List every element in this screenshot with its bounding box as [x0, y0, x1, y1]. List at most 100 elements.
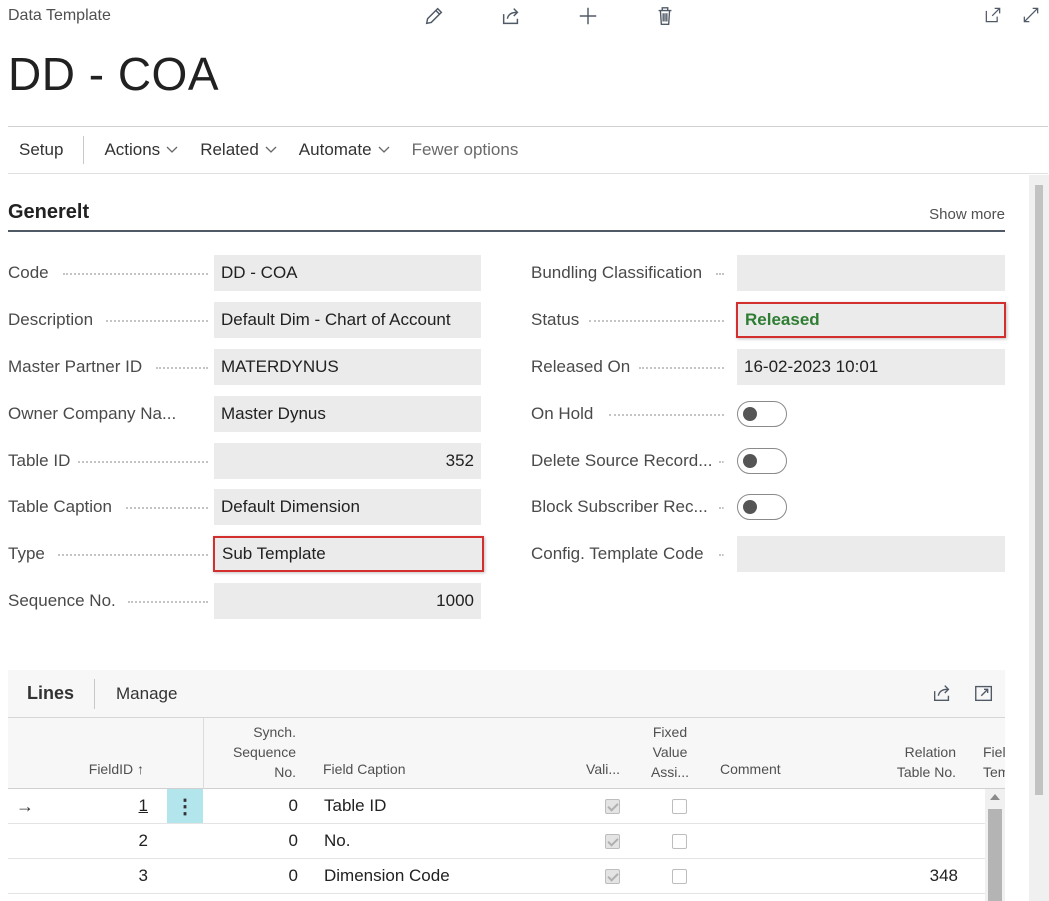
field-id-cell[interactable]: 2	[68, 824, 148, 858]
delete-icon[interactable]	[626, 3, 703, 29]
master-partner-id-value[interactable]: MATERDYNUS	[214, 349, 481, 385]
col-header-comment[interactable]: Comment	[720, 759, 781, 779]
leader-dots	[63, 273, 208, 275]
related-menu[interactable]: Related	[189, 140, 288, 160]
setup-menu[interactable]: Setup	[8, 140, 74, 160]
field-caption-cell[interactable]: Dimension Code	[324, 859, 450, 893]
table-id-value[interactable]: 352	[214, 443, 481, 479]
col-header-field-template-1[interactable]: Fiel	[983, 742, 1005, 762]
col-header-field-template-2[interactable]: Tem	[983, 762, 1005, 782]
col-header-fieldid[interactable]: FieldID ↑	[68, 759, 144, 779]
lines-title[interactable]: Lines	[8, 683, 94, 704]
share-icon[interactable]	[931, 682, 953, 709]
col-header-synch-2[interactable]: Sequence	[208, 742, 296, 762]
automate-menu[interactable]: Automate	[288, 140, 401, 160]
open-new-window-icon[interactable]	[983, 5, 1003, 30]
scroll-up-icon[interactable]	[990, 794, 1000, 800]
col-header-fixed-1[interactable]: Fixed	[638, 722, 702, 742]
leader-dots	[126, 507, 208, 509]
field-label: Status	[531, 310, 580, 329]
fixed-value-checkbox[interactable]	[672, 789, 687, 823]
bundling-classification-value[interactable]	[737, 255, 1005, 291]
col-header-fixed-3[interactable]: Assi...	[638, 762, 702, 782]
field-caption-cell[interactable]: No.	[324, 824, 350, 858]
col-header-fixed-2[interactable]: Value	[638, 742, 702, 762]
fewer-options-button[interactable]: Fewer options	[401, 140, 530, 160]
show-more-link[interactable]: Show more	[929, 206, 1005, 223]
validate-checkbox[interactable]	[605, 789, 620, 823]
field-table-id: Table ID 352	[8, 443, 481, 479]
synch-seq-cell[interactable]: 0	[208, 824, 298, 858]
expand-icon[interactable]	[973, 682, 995, 709]
field-owner-company-name: Owner Company Na... Master Dynus	[8, 396, 481, 432]
page-scrollbar-thumb[interactable]	[1035, 185, 1043, 795]
relation-table-cell[interactable]	[868, 824, 958, 858]
lines-scrollbar[interactable]	[985, 789, 1005, 901]
leader-dots	[716, 273, 724, 275]
block-subscriber-rec-toggle[interactable]	[737, 494, 787, 520]
validate-checkbox[interactable]	[605, 859, 620, 893]
table-row[interactable]: → 1 ⋮ 0 Table ID	[8, 789, 985, 824]
field-released-on: Released On 16-02-2023 10:01	[531, 349, 1005, 385]
released-on-value[interactable]: 16-02-2023 10:01	[737, 349, 1005, 385]
col-header-relation-1[interactable]: Relation	[868, 742, 956, 762]
leader-dots	[719, 507, 724, 509]
table-row[interactable]: 3 0 Dimension Code 348	[8, 859, 985, 894]
field-label: Code	[8, 263, 49, 282]
relation-table-cell[interactable]: 348	[868, 859, 958, 893]
checkbox-unchecked	[672, 868, 687, 884]
lines-icons	[931, 682, 995, 709]
lines-grid-header: FieldID ↑ Synch. Sequence No. Field Capt…	[8, 718, 1005, 789]
owner-company-name-value[interactable]: Master Dynus	[214, 396, 481, 432]
setup-label: Setup	[19, 140, 64, 159]
col-header-vali[interactable]: Vali...	[568, 759, 620, 779]
share-icon[interactable]	[472, 3, 549, 29]
action-bar: Setup Actions Related Automate Fewer opt…	[8, 126, 1048, 174]
window-controls	[983, 5, 1041, 30]
checkbox-checked	[605, 833, 620, 849]
fewer-options-label: Fewer options	[411, 140, 519, 159]
lines-scrollbar-thumb[interactable]	[988, 809, 1002, 901]
synch-seq-cell[interactable]: 0	[208, 789, 298, 823]
field-caption-cell[interactable]: Table ID	[324, 789, 386, 823]
page-scrollbar[interactable]	[1029, 175, 1049, 901]
fixed-value-checkbox[interactable]	[672, 859, 687, 893]
field-label: On Hold	[531, 404, 594, 423]
sequence-no-value[interactable]: 1000	[214, 583, 481, 619]
actions-label: Actions	[104, 140, 161, 159]
col-header-synch-3[interactable]: No.	[208, 762, 296, 782]
validate-checkbox[interactable]	[605, 824, 620, 858]
col-header-relation-2[interactable]: Table No.	[868, 762, 956, 782]
lines-toolbar: Lines Manage	[8, 670, 1005, 718]
delete-source-record-toggle[interactable]	[737, 448, 787, 474]
type-value[interactable]: Sub Template	[213, 536, 484, 572]
status-value[interactable]: Released	[736, 302, 1006, 338]
row-actions-icon[interactable]: ⋮	[167, 789, 203, 823]
col-header-field-caption[interactable]: Field Caption	[323, 759, 406, 779]
synch-seq-cell[interactable]: 0	[208, 859, 298, 893]
table-caption-value[interactable]: Default Dimension	[214, 489, 481, 525]
leader-dots	[128, 601, 208, 603]
expand-icon[interactable]	[1021, 5, 1041, 30]
field-label: Master Partner ID	[8, 357, 143, 376]
code-value[interactable]: DD - COA	[214, 255, 481, 291]
field-label: Description	[8, 310, 94, 329]
relation-table-cell[interactable]	[868, 789, 958, 823]
field-id-cell[interactable]: 1	[68, 789, 148, 823]
new-icon[interactable]	[549, 3, 626, 29]
description-value[interactable]: Default Dim - Chart of Account	[214, 302, 481, 338]
section-title[interactable]: Generelt	[8, 201, 89, 224]
on-hold-toggle[interactable]	[737, 401, 787, 427]
edit-icon[interactable]	[395, 3, 472, 29]
actions-menu[interactable]: Actions	[93, 140, 189, 160]
col-header-synch-1[interactable]: Synch.	[208, 722, 296, 742]
checkbox-checked	[605, 798, 620, 814]
field-label: Owner Company Na...	[8, 404, 177, 423]
table-row[interactable]: 2 0 No.	[8, 824, 985, 859]
field-id-cell[interactable]: 3	[68, 859, 148, 893]
field-label: Released On	[531, 357, 631, 376]
field-label: Type	[8, 544, 45, 563]
config-template-code-value[interactable]	[737, 536, 1005, 572]
fixed-value-checkbox[interactable]	[672, 824, 687, 858]
manage-menu[interactable]: Manage	[95, 684, 177, 704]
